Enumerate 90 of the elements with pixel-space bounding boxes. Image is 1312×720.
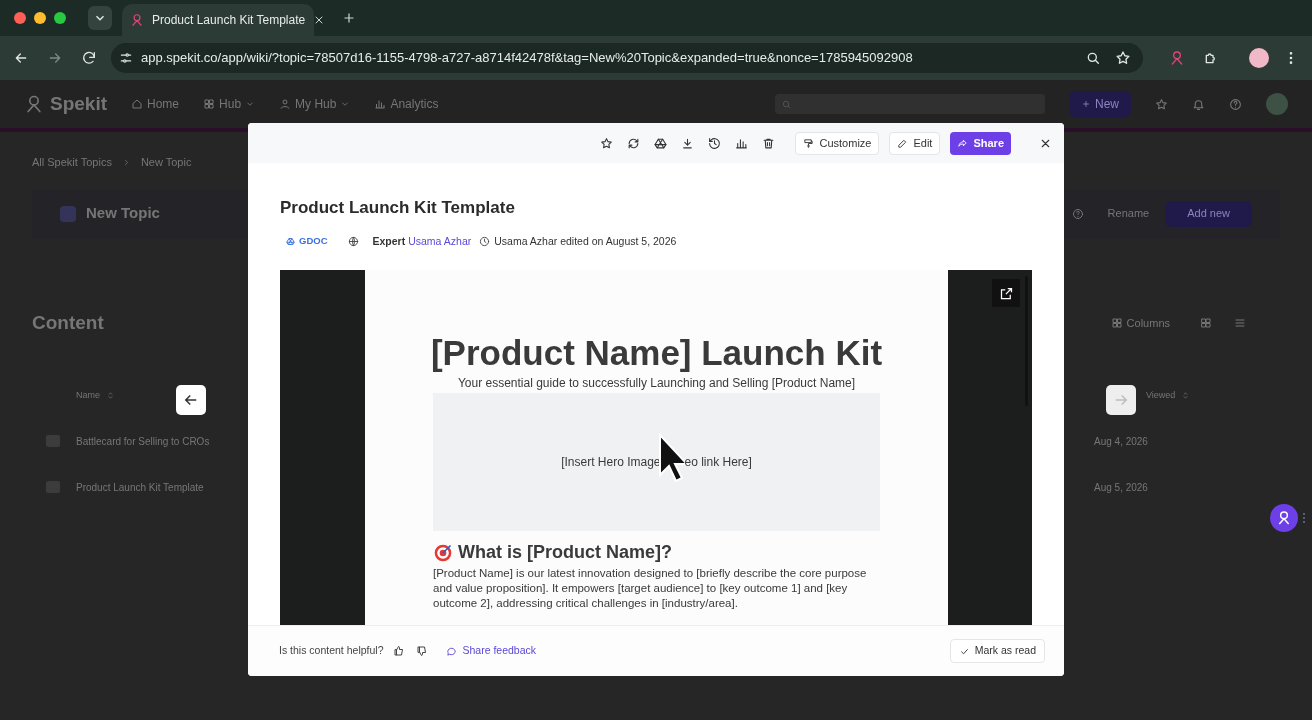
mark-as-read-button[interactable]: Mark as read	[949, 639, 1045, 663]
window-control[interactable]	[34, 12, 46, 24]
table-cell-text: Aug 5, 2026	[1094, 480, 1148, 495]
logo-icon	[130, 13, 144, 27]
table-cell-text: Aug 4, 2026	[1094, 434, 1148, 449]
new-button[interactable]: New	[1069, 91, 1131, 117]
breadcrumb-link[interactable]: All Spekit Topics	[32, 154, 112, 171]
zoom-icon[interactable]	[1085, 50, 1102, 66]
document-paragraph: [Product Name] is our latest innovation designed to [briefly describe the core purpose and value proposition]. It empowers [target audience] to [key outcome 1] and [key outcome 2], addressing critical challenges in [industry/area].	[433, 566, 868, 612]
document-subtitle: Your essential guide to successfully Launching and Selling [Product Name]	[457, 375, 856, 393]
grid-view-icon[interactable]	[1200, 316, 1212, 329]
share-icon	[957, 137, 969, 149]
breadcrumb-item: New Topic	[140, 155, 192, 170]
placeholder-text: [Insert Hero Image	[561, 454, 661, 472]
bookmark-star-icon[interactable]	[1115, 50, 1132, 66]
expert-label: Expert	[372, 233, 406, 249]
column-header: Name	[76, 389, 100, 402]
history-icon[interactable]	[708, 136, 722, 150]
window-control[interactable]	[14, 12, 26, 24]
thumbs-up-icon[interactable]	[393, 645, 406, 657]
topic-icon	[60, 205, 76, 222]
brush-icon	[803, 137, 815, 149]
bell-icon[interactable]	[1192, 97, 1205, 111]
rename-button[interactable]: Rename	[1107, 205, 1150, 222]
forward-icon[interactable]	[47, 50, 63, 66]
document-heading: [Product Name] Launch Kit	[430, 334, 883, 373]
logo-icon	[1276, 510, 1292, 526]
document-title: Product Launch Kit Template	[280, 197, 516, 219]
reload-icon[interactable]	[81, 50, 97, 66]
nav-item[interactable]: Analytics	[374, 95, 439, 113]
home-icon	[131, 98, 144, 110]
columns-button[interactable]: Columns	[1110, 314, 1170, 331]
expert-link[interactable]: Usama Azhar	[408, 233, 472, 250]
tab-list-button[interactable]	[88, 6, 112, 30]
chart-icon	[374, 98, 387, 110]
table-cell-text: Battlecard for Selling to CROs	[76, 434, 211, 449]
search-icon	[781, 98, 792, 110]
person-icon	[279, 98, 292, 110]
star-icon[interactable]	[1155, 97, 1168, 111]
globe-icon	[347, 235, 359, 247]
add-new-button[interactable]: Add new	[1165, 200, 1252, 227]
previous-button[interactable]	[176, 385, 206, 415]
plus-icon	[1081, 99, 1091, 109]
address-bar[interactable]: app.spekit.co/app/wiki/?topic=78507d16-1155-4798-a727-a8714f42478f&tag=New%20Topic&expanded=true&nonce=1785945092908	[111, 43, 1144, 73]
logo-icon	[24, 94, 44, 114]
edit-button[interactable]: Edit	[889, 131, 941, 155]
refresh-icon[interactable]	[627, 136, 641, 150]
profile-avatar[interactable]	[1249, 48, 1269, 68]
topic-title: New Topic	[86, 203, 160, 224]
trash-icon[interactable]	[762, 136, 776, 150]
search-field[interactable]	[775, 94, 1045, 114]
drag-handle-icon[interactable]	[1302, 512, 1306, 524]
logo-text: Spekit	[50, 91, 108, 116]
settings-icon[interactable]	[1071, 207, 1084, 220]
drive-icon	[286, 236, 295, 246]
tab-title: Product Launch Kit Template	[152, 12, 306, 29]
placeholder-text: eo link Here]	[684, 454, 752, 472]
feedback-question: Is this content helpful?	[279, 643, 384, 659]
download-icon[interactable]	[681, 136, 695, 150]
section-heading: Content	[32, 310, 104, 335]
edited-info: Usama Azhar edited on August 5, 2026	[494, 233, 677, 249]
new-tab-icon[interactable]	[342, 11, 356, 25]
grid-icon	[203, 98, 216, 110]
share-feedback-link[interactable]: Share feedback	[446, 643, 537, 659]
thumbs-down-icon[interactable]	[416, 645, 429, 657]
url-text: app.spekit.co/app/wiki/?topic=78507d16-1155-4798-a727-a8714f42478f&tag=New%20Topic&expanded=true&nonce=1785945092908	[141, 49, 914, 68]
clock-icon	[479, 235, 491, 247]
back-icon[interactable]	[13, 50, 29, 66]
help-icon[interactable]	[1229, 97, 1242, 111]
star-icon[interactable]	[600, 136, 614, 150]
share-button[interactable]: Share	[950, 131, 1011, 155]
chart-icon[interactable]	[735, 136, 749, 150]
nav-item[interactable]: Hub	[203, 95, 256, 113]
comment-icon	[446, 645, 458, 657]
drive-icon[interactable]	[654, 136, 668, 150]
customize-button[interactable]: Customize	[795, 131, 880, 155]
columns-icon	[1110, 316, 1123, 329]
site-settings-icon[interactable]	[119, 51, 133, 65]
column-header: Viewed	[1146, 389, 1176, 402]
external-link-icon	[998, 285, 1014, 301]
pencil-icon	[897, 137, 909, 149]
assistant-button[interactable]	[1270, 504, 1298, 532]
table-cell-text: Product Launch Kit Template	[76, 480, 205, 495]
target-icon	[433, 542, 453, 563]
open-external-button[interactable]	[992, 279, 1020, 308]
source-label: GDOC	[284, 234, 330, 249]
window-control[interactable]	[54, 12, 66, 24]
nav-item[interactable]: My Hub	[279, 95, 351, 113]
nav-item[interactable]: Home	[131, 95, 180, 113]
section-heading: What is [Product Name]?	[458, 541, 672, 565]
